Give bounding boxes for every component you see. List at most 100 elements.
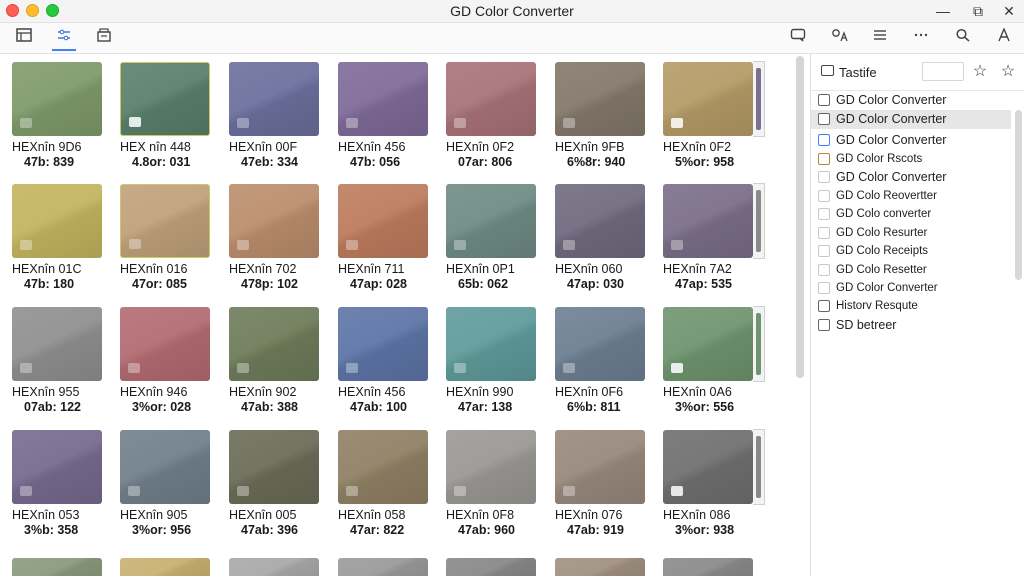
panel-list-item[interactable]: GD Color Converter <box>811 110 1011 129</box>
star-icon[interactable]: ☆ <box>999 62 1017 82</box>
color-swatch[interactable] <box>12 62 102 136</box>
panel-list-item[interactable]: GD Color Converter <box>811 91 1011 110</box>
swatch-caption: HEXnîn 955 07ab: 122 <box>12 385 112 415</box>
color-swatch[interactable] <box>12 430 102 504</box>
color-swatch[interactable] <box>446 307 536 381</box>
swatch-value-label: 07ar: 806 <box>458 155 513 169</box>
item-checkbox[interactable] <box>818 319 830 331</box>
swatch-value-label: 47ap: 535 <box>675 277 732 291</box>
menu-icon[interactable] <box>868 27 892 49</box>
color-swatch[interactable] <box>229 307 319 381</box>
panel-filter-input[interactable] <box>922 62 964 81</box>
color-swatch[interactable] <box>446 558 536 576</box>
swatch-badge-icon <box>129 117 141 127</box>
item-checkbox[interactable] <box>818 264 830 276</box>
font-icon[interactable] <box>992 27 1016 49</box>
item-label: GD Colo Reovertter <box>836 190 937 202</box>
color-swatch[interactable] <box>338 307 428 381</box>
color-swatch[interactable] <box>446 62 536 136</box>
panel-list-item[interactable]: GD Color Rscots <box>811 150 1011 169</box>
swatch-value-label: 478p: 102 <box>241 277 298 291</box>
swatch-badge-icon <box>671 363 683 373</box>
item-checkbox[interactable] <box>818 245 830 257</box>
item-checkbox[interactable] <box>818 208 830 220</box>
chat-icon[interactable] <box>786 27 810 49</box>
panel-list-item[interactable]: GD Colo Resurter <box>811 224 1011 243</box>
color-swatch[interactable] <box>12 558 102 576</box>
swatch-hex-label: HEXnîn 016 <box>120 262 188 276</box>
color-swatch[interactable] <box>120 184 210 258</box>
color-swatch[interactable] <box>555 430 645 504</box>
close-icon[interactable]: ✕ <box>999 1 1019 21</box>
swatch-hex-label: HEX nîn 448 <box>120 140 191 154</box>
restore-icon[interactable]: ⧉ <box>968 1 988 21</box>
grid-scrollbar[interactable] <box>796 56 804 378</box>
minimize-icon[interactable]: — <box>933 1 953 21</box>
color-swatch[interactable] <box>12 307 102 381</box>
panel-list-item[interactable]: GD Color Converter <box>811 279 1011 298</box>
color-swatch[interactable] <box>663 62 753 136</box>
star-icon[interactable]: ☆ <box>971 62 989 82</box>
color-swatch[interactable] <box>229 62 319 136</box>
color-swatch[interactable] <box>120 430 210 504</box>
swatch-badge-icon <box>346 486 358 496</box>
color-swatch[interactable] <box>663 184 753 258</box>
color-swatch[interactable] <box>229 430 319 504</box>
swatch-value-label: 47ab: 100 <box>350 400 407 414</box>
item-checkbox[interactable] <box>818 153 830 165</box>
color-swatch[interactable] <box>555 558 645 576</box>
panel-scrollbar[interactable] <box>1015 110 1022 280</box>
color-swatch[interactable] <box>229 184 319 258</box>
color-swatch[interactable] <box>12 184 102 258</box>
panel-list-item[interactable]: GD Colo Resetter <box>811 261 1011 280</box>
panel-list-item[interactable]: SD betreer <box>811 316 1011 335</box>
swatch-caption: HEXnîn 00F 47eb: 334 <box>229 140 329 170</box>
color-swatch[interactable] <box>120 558 210 576</box>
panel-list-item[interactable]: GD Colo converter <box>811 205 1011 224</box>
search-icon[interactable] <box>951 27 975 49</box>
color-swatch[interactable] <box>229 558 319 576</box>
color-swatch[interactable] <box>338 430 428 504</box>
right-panel: Tastife ☆ ☆ GD Color Converter GD Color C… <box>811 54 1024 576</box>
panel-list-item[interactable]: Historv Resqute <box>811 297 1011 316</box>
color-swatch[interactable] <box>663 307 753 381</box>
item-checkbox[interactable] <box>818 134 830 146</box>
color-swatch[interactable] <box>120 307 210 381</box>
item-checkbox[interactable] <box>818 190 830 202</box>
swatch-value-label: 47ap: 028 <box>350 277 407 291</box>
swatch-caption: HEXnîn 0F8 47ab: 960 <box>446 508 546 538</box>
color-swatch[interactable] <box>555 184 645 258</box>
swatch-value-label: 3%or: 556 <box>675 400 735 414</box>
adjust-icon[interactable] <box>52 27 76 51</box>
color-swatch[interactable] <box>446 430 536 504</box>
swatch-hex-label: HEXnîn 7A2 <box>663 262 732 276</box>
color-swatch[interactable] <box>120 62 210 136</box>
swatch-caption: HEXnîn 456 47b: 056 <box>338 140 438 170</box>
panel-list-item[interactable]: GD Colo Receipts <box>811 242 1011 261</box>
color-swatch[interactable] <box>338 184 428 258</box>
panel-list-item[interactable]: GD Colo Reovertter <box>811 187 1011 206</box>
item-checkbox[interactable] <box>818 227 830 239</box>
color-swatch[interactable] <box>663 430 753 504</box>
color-swatch[interactable] <box>663 558 753 576</box>
item-checkbox[interactable] <box>818 171 830 183</box>
swatch-caption: HEXnîn 086 3%or: 938 <box>663 508 763 538</box>
panel-icon[interactable] <box>12 27 36 49</box>
color-swatch[interactable] <box>555 307 645 381</box>
item-checkbox[interactable] <box>818 282 830 294</box>
panel-list-item[interactable]: GD Color Converter <box>811 168 1011 187</box>
item-checkbox[interactable] <box>818 94 830 106</box>
archive-icon[interactable] <box>92 27 116 49</box>
more-icon[interactable] <box>909 27 933 49</box>
panel-list-item[interactable]: GD Color Converter <box>811 131 1011 150</box>
swatch-badge-icon <box>671 118 683 128</box>
color-swatch[interactable] <box>555 62 645 136</box>
color-swatch[interactable] <box>338 62 428 136</box>
translate-icon[interactable] <box>828 27 852 49</box>
item-label: SD betreer <box>836 318 897 332</box>
color-swatch[interactable] <box>338 558 428 576</box>
color-swatch[interactable] <box>446 184 536 258</box>
swatch-hex-label: HEXnîn 711 <box>338 262 405 276</box>
item-checkbox[interactable] <box>818 300 830 312</box>
item-checkbox[interactable] <box>818 113 830 125</box>
